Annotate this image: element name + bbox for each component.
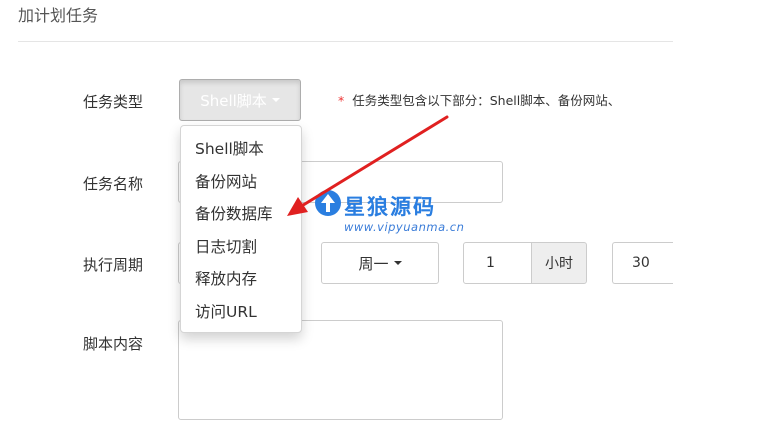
- annotation-arrow-icon: [287, 115, 449, 216]
